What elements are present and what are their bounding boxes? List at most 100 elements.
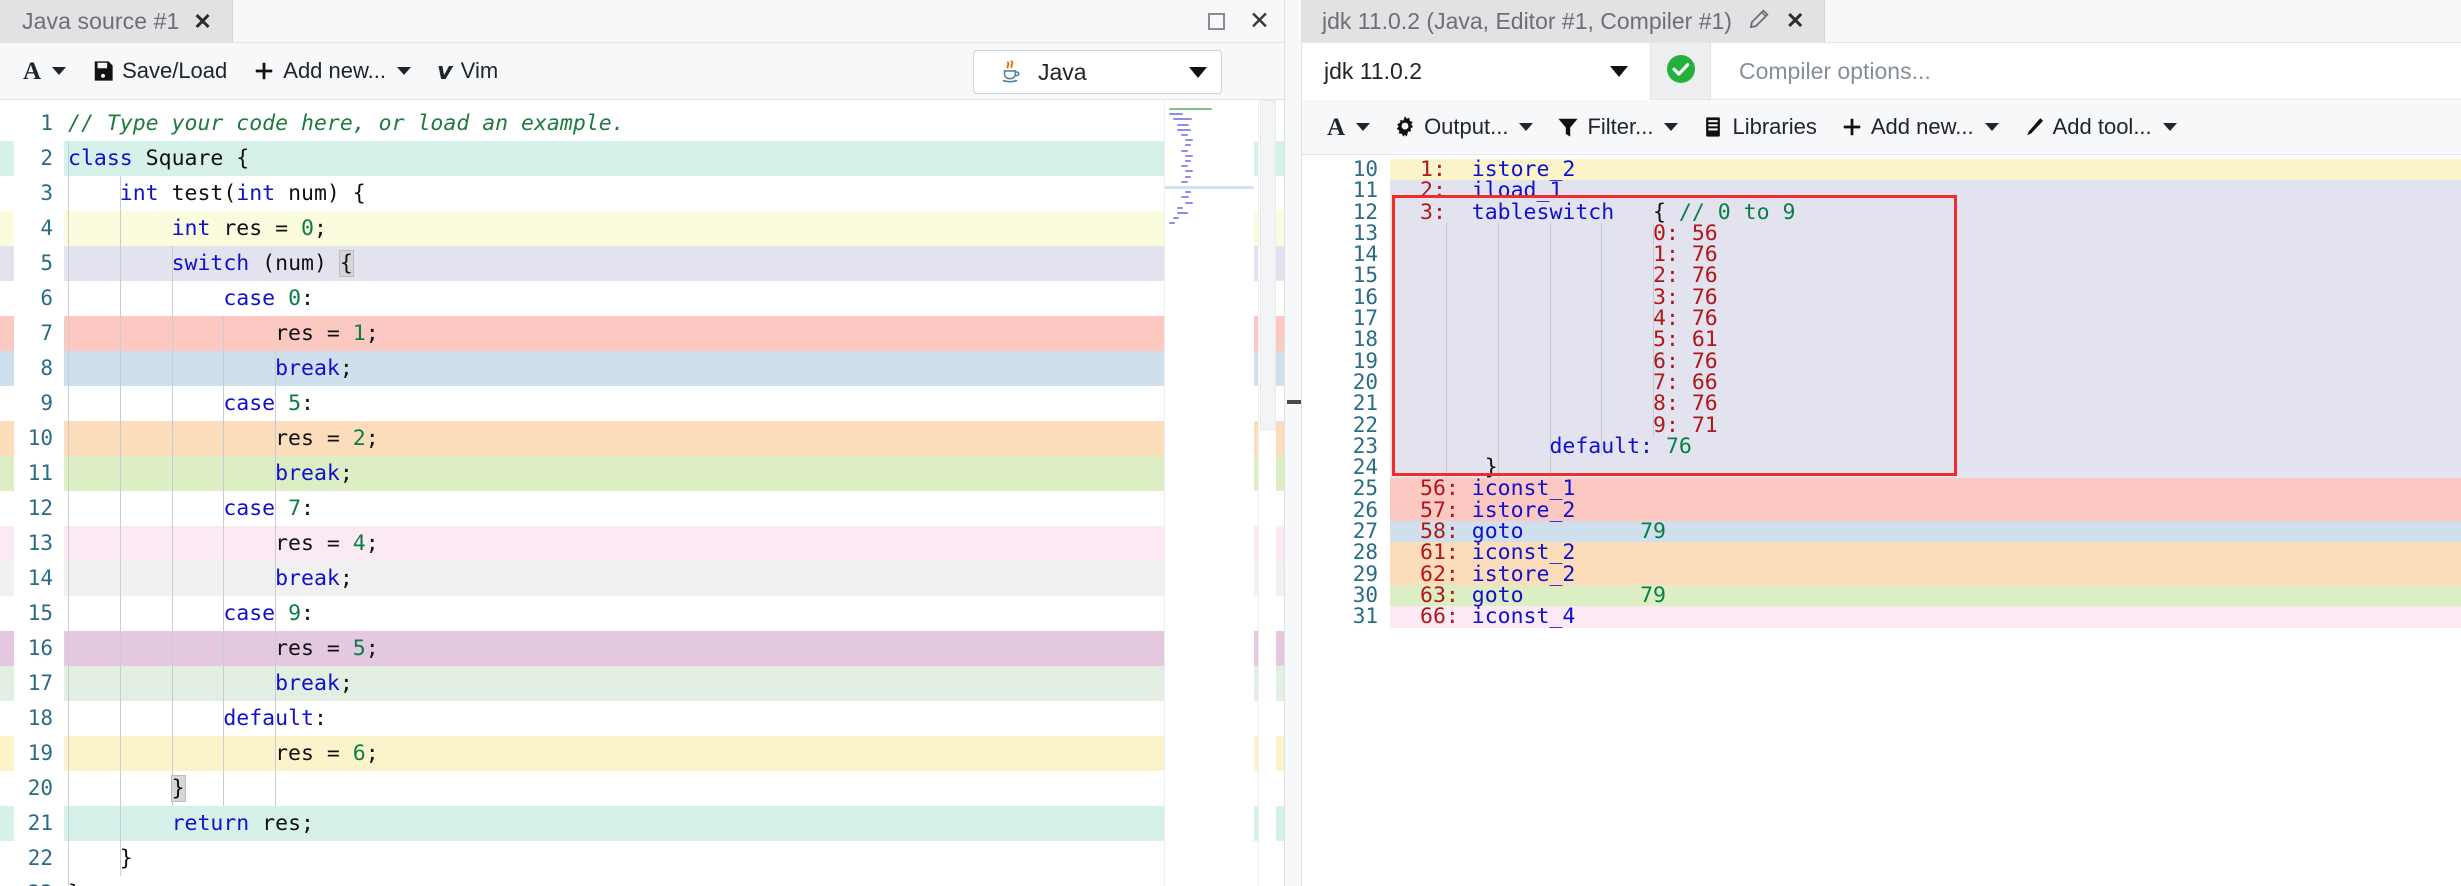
libraries-button[interactable]: Libraries: [1691, 107, 1827, 147]
code-line[interactable]: int res = 0;: [64, 211, 1284, 246]
code-line[interactable]: default:: [64, 701, 1284, 736]
minimap-viewport[interactable]: [1165, 186, 1254, 189]
overview-mark: [0, 141, 14, 176]
code-line[interactable]: case 9:: [64, 596, 1284, 631]
line-number: 19: [1352, 348, 1378, 373]
code-line[interactable]: return res;: [64, 806, 1284, 841]
add-new-label: Add new...: [1870, 114, 1974, 139]
asm-line[interactable]: 56: iconst_1: [1390, 478, 2461, 500]
compiler-config-bar: jdk 11.0.2: [1302, 43, 2461, 100]
font-size-button[interactable]: A: [12, 52, 77, 91]
output-button[interactable]: Output...: [1383, 107, 1544, 147]
font-size-button[interactable]: A: [1316, 108, 1381, 147]
pane-splitter[interactable]: [1284, 0, 1302, 886]
editor-toolbar: A Save/Load Add new... 𝙫 Vim Java: [0, 43, 1284, 100]
compiler-select[interactable]: jdk 11.0.2: [1302, 43, 1651, 100]
add-tool-button[interactable]: Add tool...: [2012, 107, 2188, 147]
code-line[interactable]: int test(int num) {: [64, 176, 1284, 211]
editor-code-area[interactable]: // Type your code here, or load an examp…: [64, 100, 1284, 886]
java-coffee-cup-icon: [998, 59, 1024, 85]
compiler-options-input[interactable]: [1739, 57, 2461, 85]
scrollbar-thumb[interactable]: [1260, 100, 1276, 430]
vim-button[interactable]: 𝙫 Vim: [426, 50, 509, 93]
close-window-button[interactable]: ✕: [1249, 9, 1270, 34]
asm-code-area[interactable]: 1: istore_2 2: iload_1 3: tableswitch { //…: [1390, 155, 2461, 886]
asm-line[interactable]: 0: 56: [1390, 223, 2461, 245]
maximize-button[interactable]: [1208, 13, 1226, 30]
line-number: 20: [1352, 369, 1378, 394]
splitter-grip[interactable]: [1287, 400, 1301, 404]
language-select[interactable]: Java: [973, 50, 1222, 94]
asm-line[interactable]: 8: 76: [1390, 393, 2461, 415]
overview-mark: [0, 561, 14, 596]
overview-mark: [0, 806, 14, 841]
code-line[interactable]: switch (num) {: [64, 246, 1284, 281]
code-line[interactable]: res = 2;: [64, 421, 1284, 456]
overview-mark: [0, 736, 14, 771]
tabstrip-filler: [232, 0, 1284, 42]
add-new-button[interactable]: Add new...: [1830, 107, 2010, 147]
asm-line[interactable]: 5: 61: [1390, 329, 2461, 351]
asm-line[interactable]: 3: tableswitch { // 0 to 9: [1390, 201, 2461, 223]
asm-line[interactable]: 66: iconst_4: [1390, 606, 2461, 628]
line-number: 21: [1352, 391, 1378, 416]
editor-vertical-scrollbar[interactable]: [1258, 100, 1276, 886]
asm-line[interactable]: 3: 76: [1390, 287, 2461, 309]
code-line[interactable]: break;: [64, 351, 1284, 386]
line-number: 15: [1352, 263, 1378, 288]
code-line[interactable]: case 5:: [64, 386, 1284, 421]
filter-button[interactable]: Filter...: [1546, 107, 1689, 147]
close-icon[interactable]: ✕: [1786, 10, 1804, 32]
tab-java-source-1[interactable]: Java source #1 ✕: [0, 0, 233, 43]
asm-line[interactable]: 2: 76: [1390, 265, 2461, 287]
line-number: 17: [1352, 306, 1378, 331]
save-load-button[interactable]: Save/Load: [81, 51, 238, 91]
code-line[interactable]: }: [64, 841, 1284, 876]
code-line[interactable]: }: [64, 876, 1284, 886]
close-icon[interactable]: ✕: [193, 10, 211, 33]
maximize-icon: [1208, 13, 1226, 30]
line-number: 13: [1352, 220, 1378, 245]
code-line[interactable]: class Square {: [64, 141, 1284, 176]
A-icon: A: [1327, 113, 1346, 141]
add-tool-label: Add tool...: [2052, 114, 2152, 139]
tab-compiler-1[interactable]: jdk 11.0.2 (Java, Editor #1, Compiler #1…: [1302, 0, 1826, 42]
vim-label: Vim: [460, 58, 499, 83]
code-line[interactable]: res = 6;: [64, 736, 1284, 771]
asm-line[interactable]: 9: 71: [1390, 414, 2461, 436]
minimap-line: [1173, 217, 1179, 220]
line-number: 27: [1352, 519, 1378, 544]
code-line[interactable]: }: [64, 771, 1284, 806]
minimap-line: [1185, 175, 1191, 178]
code-line[interactable]: res = 5;: [64, 631, 1284, 666]
asm-line-numbers: 10 11 12 13 14 15 16 17 18 19 20 21 22 23 24 25 26 27 28 29…: [1302, 155, 1390, 886]
code-line[interactable]: break;: [64, 561, 1284, 596]
line-number: 12: [1352, 199, 1378, 224]
editor-minimap[interactable]: [1164, 100, 1254, 886]
minimap-line: [1185, 160, 1191, 162]
code-line[interactable]: case 0:: [64, 281, 1284, 316]
code-line[interactable]: case 7:: [64, 491, 1284, 526]
compiler-value: jdk 11.0.2: [1324, 58, 1423, 84]
asm-line[interactable]: 2: iload_1: [1390, 180, 2461, 202]
code-line[interactable]: break;: [64, 456, 1284, 491]
code-line[interactable]: res = 4;: [64, 526, 1284, 561]
code-line[interactable]: res = 1;: [64, 316, 1284, 351]
pencil-icon[interactable]: [1748, 8, 1770, 35]
asm-line[interactable]: 62: istore_2: [1390, 563, 2461, 585]
compiler-options-field[interactable]: [1711, 43, 2461, 99]
add-new-button[interactable]: Add new...: [242, 51, 422, 91]
minimap-line: [1185, 191, 1191, 194]
compiler-toolbar: A Output... Filter... Libraries Add new.…: [1302, 100, 2461, 155]
chevron-down-icon: [1610, 66, 1628, 77]
compile-status-button[interactable]: [1651, 43, 1711, 99]
code-line[interactable]: break;: [64, 666, 1284, 701]
A-icon: A: [23, 57, 42, 85]
asm-line[interactable]: 61: iconst_2: [1390, 542, 2461, 564]
code-line[interactable]: // Type your code here, or load an examp…: [64, 106, 1284, 141]
asm-line[interactable]: default: 76: [1390, 436, 2461, 458]
asm-line[interactable]: 57: istore_2: [1390, 500, 2461, 522]
assembly-output[interactable]: 10 11 12 13 14 15 16 17 18 19 20 21 22 23 24 25 26 27 28 29…: [1302, 155, 2461, 886]
asm-line[interactable]: 6: 76: [1390, 350, 2461, 372]
code-editor[interactable]: 1234567891011121314151617181920212223 //…: [0, 100, 1284, 886]
